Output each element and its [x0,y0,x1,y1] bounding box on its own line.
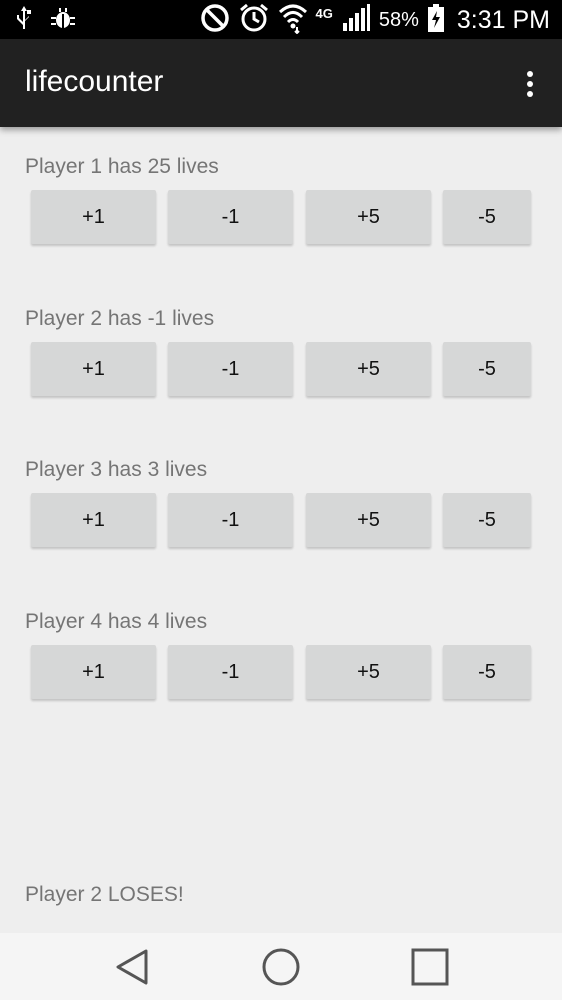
player-2-label: Player 2 has -1 lives [25,307,215,330]
player-2-minus-5-button[interactable]: -5 [443,342,531,396]
navigation-bar [0,933,562,1000]
overflow-menu-icon[interactable] [520,69,540,99]
player-4-plus-5-button[interactable]: +5 [306,645,431,699]
status-left-icons [16,5,76,36]
player-1-label: Player 1 has 25 lives [25,155,219,178]
do-not-disturb-icon [200,3,230,38]
back-icon[interactable] [110,945,154,989]
player-4-label: Player 4 has 4 lives [25,610,208,633]
result-text: Player 2 LOSES! [25,883,184,906]
clock: 3:31 PM [456,5,550,34]
wifi-icon [278,2,308,39]
recents-icon[interactable] [408,945,452,989]
status-bar: 4G 58% 3:31 PM [0,0,562,39]
player-4-minus-5-button[interactable]: -5 [443,645,531,699]
player-3-plus-5-button[interactable]: +5 [306,493,431,547]
player-3-minus-1-button[interactable]: -1 [168,493,293,547]
usb-icon [16,5,32,36]
battery-percent: 58% [378,8,419,31]
player-3-label: Player 3 has 3 lives [25,458,208,481]
player-2-minus-1-button[interactable]: -1 [168,342,293,396]
network-type: 4G [315,5,333,21]
player-4-minus-1-button[interactable]: -1 [168,645,293,699]
player-1-minus-5-button[interactable]: -5 [443,190,531,244]
player-2-plus-1-button[interactable]: +1 [31,342,156,396]
home-icon[interactable] [259,945,303,989]
player-3-minus-5-button[interactable]: -5 [443,493,531,547]
status-right-icons: 4G 58% 3:31 PM [200,2,550,38]
battery-charging-icon [427,3,445,38]
player-1-plus-1-button[interactable]: +1 [31,190,156,244]
player-1-plus-5-button[interactable]: +5 [306,190,431,244]
app-title: lifecounter [25,65,164,98]
player-1-minus-1-button[interactable]: -1 [168,190,293,244]
app-bar: lifecounter [0,39,562,127]
player-3-plus-1-button[interactable]: +1 [31,493,156,547]
player-4-plus-1-button[interactable]: +1 [31,645,156,699]
signal-icon [341,3,371,38]
alarm-icon [238,2,270,39]
player-2-plus-5-button[interactable]: +5 [306,342,431,396]
debug-icon [50,5,76,36]
